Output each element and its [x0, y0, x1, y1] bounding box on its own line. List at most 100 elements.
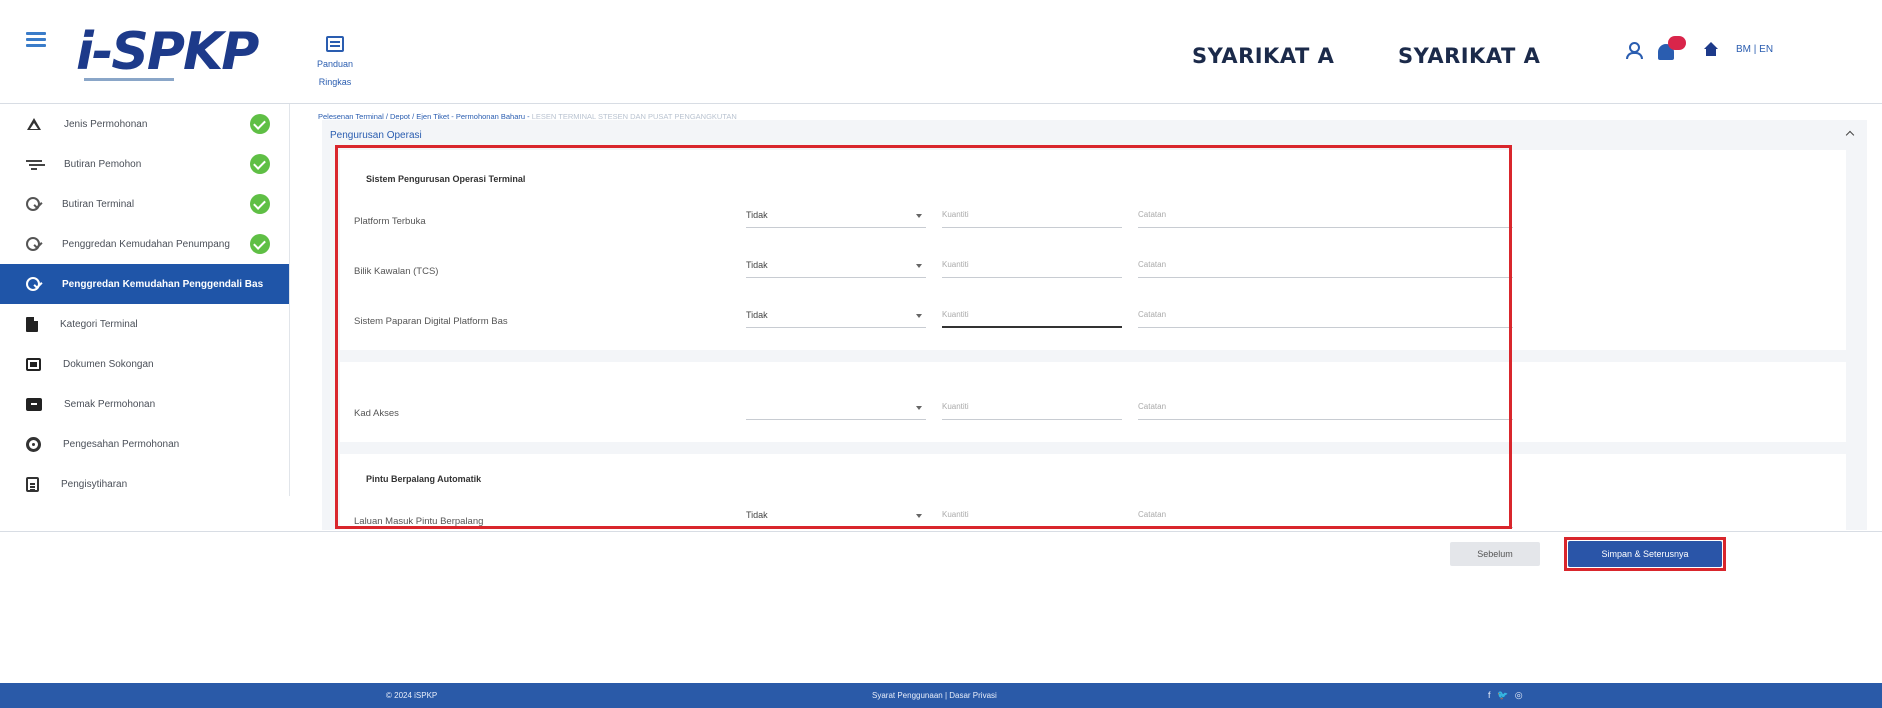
row-label: Platform Terbuka: [354, 216, 426, 227]
row-label: Sistem Paparan Digital Platform Bas: [354, 316, 508, 327]
company-name-secondary: SYARIKAT A: [1398, 44, 1541, 68]
caret-down-icon: [916, 264, 922, 268]
quantity-input[interactable]: Kuantiti: [942, 510, 1122, 528]
home-icon[interactable]: [1704, 42, 1718, 56]
check-circle-icon: [26, 277, 40, 291]
sidebar-item-label: Dokumen Sokongan: [63, 358, 154, 370]
availability-select[interactable]: Tidak: [746, 260, 926, 278]
app-header: i-SPKP Panduan Ringkas SYARIKAT A SYARIK…: [0, 0, 1882, 104]
calendar-icon: [26, 476, 39, 492]
sidebar-item-semak-permohonan[interactable]: Semak Permohonan: [0, 384, 289, 424]
facebook-icon[interactable]: f: [1488, 690, 1491, 700]
quantity-input[interactable]: Kuantiti: [942, 210, 1122, 228]
sidebar-item-kategori-terminal[interactable]: Kategori Terminal: [0, 304, 289, 344]
completed-check-icon: [250, 114, 270, 134]
sidebar-item-pengesahan-permohonan[interactable]: Pengesahan Permohonan: [0, 424, 289, 464]
sidebar-item-butiran-terminal[interactable]: Butiran Terminal: [0, 184, 289, 224]
section-heading: Sistem Pengurusan Operasi Terminal: [366, 174, 526, 184]
sidebar-item-label: Semak Permohonan: [64, 398, 156, 410]
note-placeholder: Catatan: [1138, 210, 1167, 219]
step-sidebar: Jenis Permohonan Butiran Pemohon Butiran…: [0, 104, 290, 496]
sidebar-item-penggredan-penggendali-bas[interactable]: Penggredan Kemudahan Penggendali Bas: [0, 264, 289, 304]
note-input[interactable]: Catatan: [1138, 310, 1513, 328]
guide-icon: [326, 36, 344, 52]
footer: © 2024 iSPKP Syarat Penggunaan | Dasar P…: [0, 683, 1882, 708]
section-heading: Pintu Berpalang Automatik: [366, 474, 482, 484]
caret-down-icon: [916, 214, 922, 218]
section-terminal-ops: Sistem Pengurusan Operasi Terminal Platf…: [340, 150, 1846, 350]
sidebar-item-label: Pengisytiharan: [61, 478, 128, 490]
sidebar-item-jenis-permohonan[interactable]: Jenis Permohonan: [0, 104, 289, 144]
menu-icon[interactable]: [26, 32, 46, 47]
caret-down-icon: [916, 514, 922, 518]
save-next-button[interactable]: Simpan & Seterusnya: [1568, 541, 1722, 567]
quantity-placeholder: Kuantiti: [942, 260, 969, 269]
chevron-up-icon[interactable]: [1845, 128, 1855, 138]
check-circle-icon: [26, 237, 40, 251]
lang-en[interactable]: EN: [1759, 44, 1773, 55]
copyright: © 2024 iSPKP: [386, 691, 438, 700]
review-icon: [26, 397, 42, 411]
logo-text: i-SPKP: [76, 22, 259, 82]
row-label: Kad Akses: [354, 408, 399, 419]
language-switcher: BM | EN: [1736, 44, 1773, 55]
note-placeholder: Catatan: [1138, 402, 1167, 411]
footer-links[interactable]: Syarat Penggunaan | Dasar Privasi: [872, 691, 997, 700]
logo-tagline-bar: [84, 78, 174, 81]
action-bar: Sebelum Simpan & Seterusnya: [0, 531, 1882, 573]
filter-icon: [26, 156, 42, 172]
previous-button[interactable]: Sebelum: [1450, 542, 1540, 566]
availability-select[interactable]: Tidak: [746, 510, 926, 528]
twitter-icon[interactable]: 🐦: [1497, 690, 1508, 700]
notification-badge: [1668, 36, 1686, 50]
lang-bm[interactable]: BM: [1736, 44, 1751, 55]
row-label: Bilik Kawalan (TCS): [354, 266, 439, 277]
triangle-icon: [26, 116, 42, 132]
completed-check-icon: [250, 194, 270, 214]
sidebar-item-label: Penggredan Kemudahan Penggendali Bas: [62, 278, 264, 290]
company-name: SYARIKAT A: [1192, 44, 1335, 68]
quantity-input[interactable]: Kuantiti: [942, 260, 1122, 278]
document-icon: [26, 316, 38, 332]
lang-separator: |: [1753, 44, 1757, 55]
note-input[interactable]: Catatan: [1138, 510, 1513, 528]
quantity-input[interactable]: Kuantiti: [942, 310, 1122, 328]
availability-select[interactable]: Tidak: [746, 210, 926, 228]
quick-guide-button[interactable]: Panduan Ringkas: [300, 36, 370, 87]
notification-bell-icon[interactable]: [1656, 36, 1686, 64]
user-icon[interactable]: [1626, 42, 1643, 59]
section-auto-barrier: Pintu Berpalang Automatik Laluan Masuk P…: [340, 454, 1846, 530]
select-value: Tidak: [746, 510, 768, 520]
panel-title[interactable]: Pengurusan Operasi: [330, 130, 422, 141]
cards-icon: [26, 357, 41, 371]
quantity-placeholder: Kuantiti: [942, 210, 969, 219]
completed-check-icon: [250, 234, 270, 254]
sidebar-item-pengisytiharan[interactable]: Pengisytiharan: [0, 464, 289, 504]
note-placeholder: Catatan: [1138, 510, 1167, 519]
availability-select[interactable]: [746, 402, 926, 420]
quantity-input[interactable]: Kuantiti: [942, 402, 1122, 420]
guide-label: Panduan Ringkas: [316, 59, 354, 87]
note-input[interactable]: Catatan: [1138, 260, 1513, 278]
note-input[interactable]: Catatan: [1138, 210, 1513, 228]
ispkp-logo[interactable]: i-SPKP: [76, 18, 286, 82]
select-value: Tidak: [746, 210, 768, 220]
caret-down-icon: [916, 406, 922, 410]
note-placeholder: Catatan: [1138, 310, 1167, 319]
note-placeholder: Catatan: [1138, 260, 1167, 269]
social-links: f 🐦 ◎: [1488, 690, 1527, 701]
row-label: Laluan Masuk Pintu Berpalang: [354, 516, 484, 527]
sidebar-item-label: Kategori Terminal: [60, 318, 138, 330]
ring-icon: [26, 436, 41, 452]
operations-panel: Pengurusan Operasi Sistem Pengurusan Ope…: [322, 120, 1867, 530]
quantity-placeholder: Kuantiti: [942, 402, 969, 411]
sidebar-item-dokumen-sokongan[interactable]: Dokumen Sokongan: [0, 344, 289, 384]
sidebar-item-label: Pengesahan Permohonan: [63, 438, 180, 450]
sidebar-item-penggredan-penumpang[interactable]: Penggredan Kemudahan Penumpang: [0, 224, 289, 264]
note-input[interactable]: Catatan: [1138, 402, 1513, 420]
availability-select[interactable]: Tidak: [746, 310, 926, 328]
caret-down-icon: [916, 314, 922, 318]
completed-check-icon: [250, 154, 270, 174]
instagram-icon[interactable]: ◎: [1515, 690, 1523, 700]
sidebar-item-butiran-pemohon[interactable]: Butiran Pemohon: [0, 144, 289, 184]
